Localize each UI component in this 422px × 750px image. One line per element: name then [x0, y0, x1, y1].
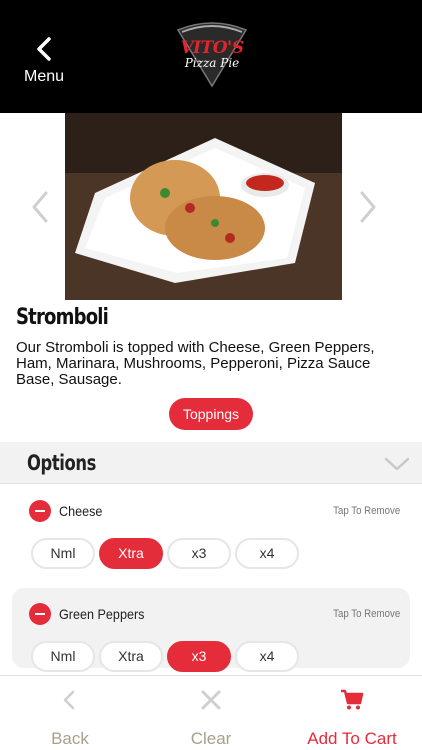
chevron-down-icon[interactable] — [384, 456, 410, 472]
options-section-header[interactable]: Options — [0, 442, 422, 484]
shopping-cart-icon — [341, 689, 364, 710]
chevron-left-icon — [37, 37, 51, 61]
option-row-cheese: Cheese Tap To Remove Nml Xtra x3 x4 — [12, 492, 410, 580]
option-choice-nml[interactable]: Nml — [31, 538, 95, 569]
option-name: Cheese — [59, 503, 103, 519]
add-to-cart-label: Add To Cart — [307, 729, 397, 748]
option-choice-nml[interactable]: Nml — [31, 641, 95, 672]
app-header: Menu VITO'S Pizza Pie — [0, 0, 422, 113]
tap-to-remove-hint[interactable]: Tap To Remove — [333, 505, 400, 517]
option-choice-x4[interactable]: x4 — [235, 641, 299, 672]
product-title: Stromboli — [16, 305, 109, 330]
close-icon — [201, 690, 221, 710]
menu-back-button[interactable]: Menu — [14, 30, 74, 90]
logo-brand-text: VITO'S — [180, 38, 244, 58]
restaurant-logo: VITO'S Pizza Pie — [170, 18, 254, 90]
tap-to-remove-hint[interactable]: Tap To Remove — [333, 608, 400, 620]
product-description: Our Stromboli is topped with Cheese, Gre… — [16, 339, 375, 388]
option-choice-x3[interactable]: x3 — [167, 641, 231, 672]
product-photo — [65, 113, 342, 300]
option-name: Green Peppers — [59, 606, 145, 622]
next-image-icon[interactable] — [356, 190, 380, 224]
options-title: Options — [27, 451, 97, 475]
remove-minus-icon[interactable] — [29, 500, 51, 522]
logo-sub-text: Pizza Pie — [184, 56, 240, 70]
clear-button[interactable]: Clear — [141, 676, 281, 750]
remove-minus-icon[interactable] — [29, 603, 51, 625]
toppings-button[interactable]: Toppings — [169, 398, 253, 430]
bottom-action-bar: Back Clear Add To Cart — [0, 675, 422, 750]
add-to-cart-button[interactable]: Add To Cart — [282, 676, 422, 750]
option-choice-xtra[interactable]: Xtra — [99, 641, 163, 672]
option-choice-x3[interactable]: x3 — [167, 538, 231, 569]
clear-label: Clear — [190, 729, 232, 748]
chevron-left-icon — [63, 690, 75, 710]
back-button[interactable]: Back — [0, 676, 140, 750]
option-choice-xtra[interactable]: Xtra — [99, 538, 163, 569]
menu-back-label: Menu — [23, 68, 65, 85]
option-choice-x4[interactable]: x4 — [235, 538, 299, 569]
back-label: Back — [51, 729, 89, 748]
option-row-green-peppers: Green Peppers Tap To Remove Nml Xtra x3 … — [12, 588, 410, 672]
previous-image-icon[interactable] — [28, 190, 52, 224]
